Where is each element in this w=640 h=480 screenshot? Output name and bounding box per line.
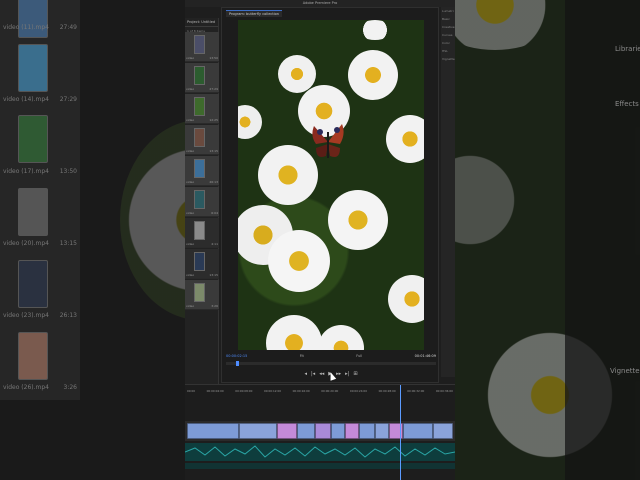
scrub-bar[interactable]	[226, 361, 436, 366]
premiere-window: Adobe Premiere Pro Project: Untitled 1 o…	[185, 0, 455, 480]
project-clip-selected[interactable]: video 3:26	[185, 280, 219, 310]
lumetri-panel: Lumetri Basic Creative Curves Color HSL …	[441, 7, 455, 377]
butterfly	[312, 124, 344, 158]
project-clip[interactable]: video 13:15	[185, 249, 219, 279]
timeline-clip[interactable]	[331, 423, 345, 439]
daisy	[258, 145, 318, 205]
background-right-ui	[565, 0, 640, 480]
project-clip[interactable]: video 27:29	[185, 63, 219, 93]
go-to-in-icon[interactable]: |◂	[311, 371, 315, 377]
project-clip[interactable]: video 4:11	[185, 218, 219, 248]
daisy	[388, 275, 424, 323]
bg-thumb-0	[18, 0, 48, 38]
project-clip[interactable]: video 13:50	[185, 32, 219, 62]
audio-track-2[interactable]	[185, 463, 455, 469]
timeline-clip[interactable]	[297, 423, 315, 439]
timeline-ruler[interactable]: 00:00 00:00:04:00 00:00:08:00 00:00:12:0…	[185, 389, 455, 397]
daisy	[238, 105, 262, 139]
daisy	[268, 230, 330, 292]
playhead[interactable]	[236, 361, 239, 366]
program-monitor-tab[interactable]: Program: butterfly collection	[226, 10, 283, 17]
screen: video (11).mp4 27:49 video (14).mp4 27:29 …	[0, 0, 640, 480]
program-monitor: Program: butterfly collection 00:00:02:1…	[221, 7, 439, 383]
project-clip[interactable]: video 12:25	[185, 94, 219, 124]
background-left-panel: video (11).mp4 27:49 video (14).mp4 27:29 …	[0, 0, 185, 480]
bg-thumb-4	[18, 260, 48, 308]
timeline-clip[interactable]	[375, 423, 389, 439]
current-timecode[interactable]: 00:00:02:15	[226, 354, 247, 358]
fit-select[interactable]: Fit	[300, 354, 304, 358]
bg-daisy-mid	[455, 120, 525, 280]
daisy	[278, 55, 316, 93]
timeline-clip[interactable]	[187, 423, 239, 439]
timeline-clip[interactable]	[403, 423, 433, 439]
background-right-panel: Libraries Effects Vignette	[455, 0, 640, 480]
mark-in-icon[interactable]: ◂	[304, 371, 307, 377]
daisy	[318, 325, 364, 350]
timeline-playhead[interactable]	[400, 385, 401, 480]
audio-track[interactable]	[185, 443, 455, 461]
video-track	[185, 421, 455, 441]
daisy	[386, 115, 424, 163]
project-tab[interactable]: Project: Untitled	[185, 18, 218, 27]
step-forward-icon[interactable]: ▸▸	[336, 371, 341, 377]
timecode-row: 00:00:02:15 Fit Full 00:01:46:09	[226, 352, 436, 360]
timeline-panel: 00:00 00:00:04:00 00:00:08:00 00:00:12:0…	[185, 384, 455, 480]
timeline-clip[interactable]	[239, 423, 277, 439]
window-title: Adobe Premiere Pro	[185, 0, 455, 7]
project-clip[interactable]: video 6:04	[185, 187, 219, 217]
background-flower	[120, 120, 185, 320]
daisy	[358, 20, 392, 40]
step-back-icon[interactable]: ◂◂	[319, 371, 324, 377]
bg-thumb-5	[18, 332, 48, 380]
export-frame-icon[interactable]: ⊞	[353, 371, 357, 377]
duration-timecode: 00:01:46:09	[414, 354, 436, 358]
timeline-clip[interactable]	[315, 423, 331, 439]
daisy	[266, 315, 322, 350]
resolution-select[interactable]: Full	[356, 354, 362, 358]
bg-thumb-2	[18, 115, 48, 163]
daisy	[348, 50, 398, 100]
audio-waveform	[185, 445, 455, 458]
bg-daisy-top	[455, 0, 565, 50]
project-clip[interactable]: video 13:15	[185, 125, 219, 155]
go-to-out-icon[interactable]: ▸|	[345, 371, 349, 377]
timeline-clip[interactable]	[433, 423, 453, 439]
bg-thumb-1	[18, 44, 48, 92]
timeline-clip[interactable]	[359, 423, 375, 439]
daisy	[328, 190, 388, 250]
timeline-clip[interactable]	[345, 423, 359, 439]
project-panel: Project: Untitled 1 of 8 items selected …	[185, 18, 219, 393]
video-preview	[238, 20, 424, 350]
bg-thumb-3	[18, 188, 48, 236]
project-clip[interactable]: video 26:13	[185, 156, 219, 186]
timeline-clip[interactable]	[277, 423, 297, 439]
